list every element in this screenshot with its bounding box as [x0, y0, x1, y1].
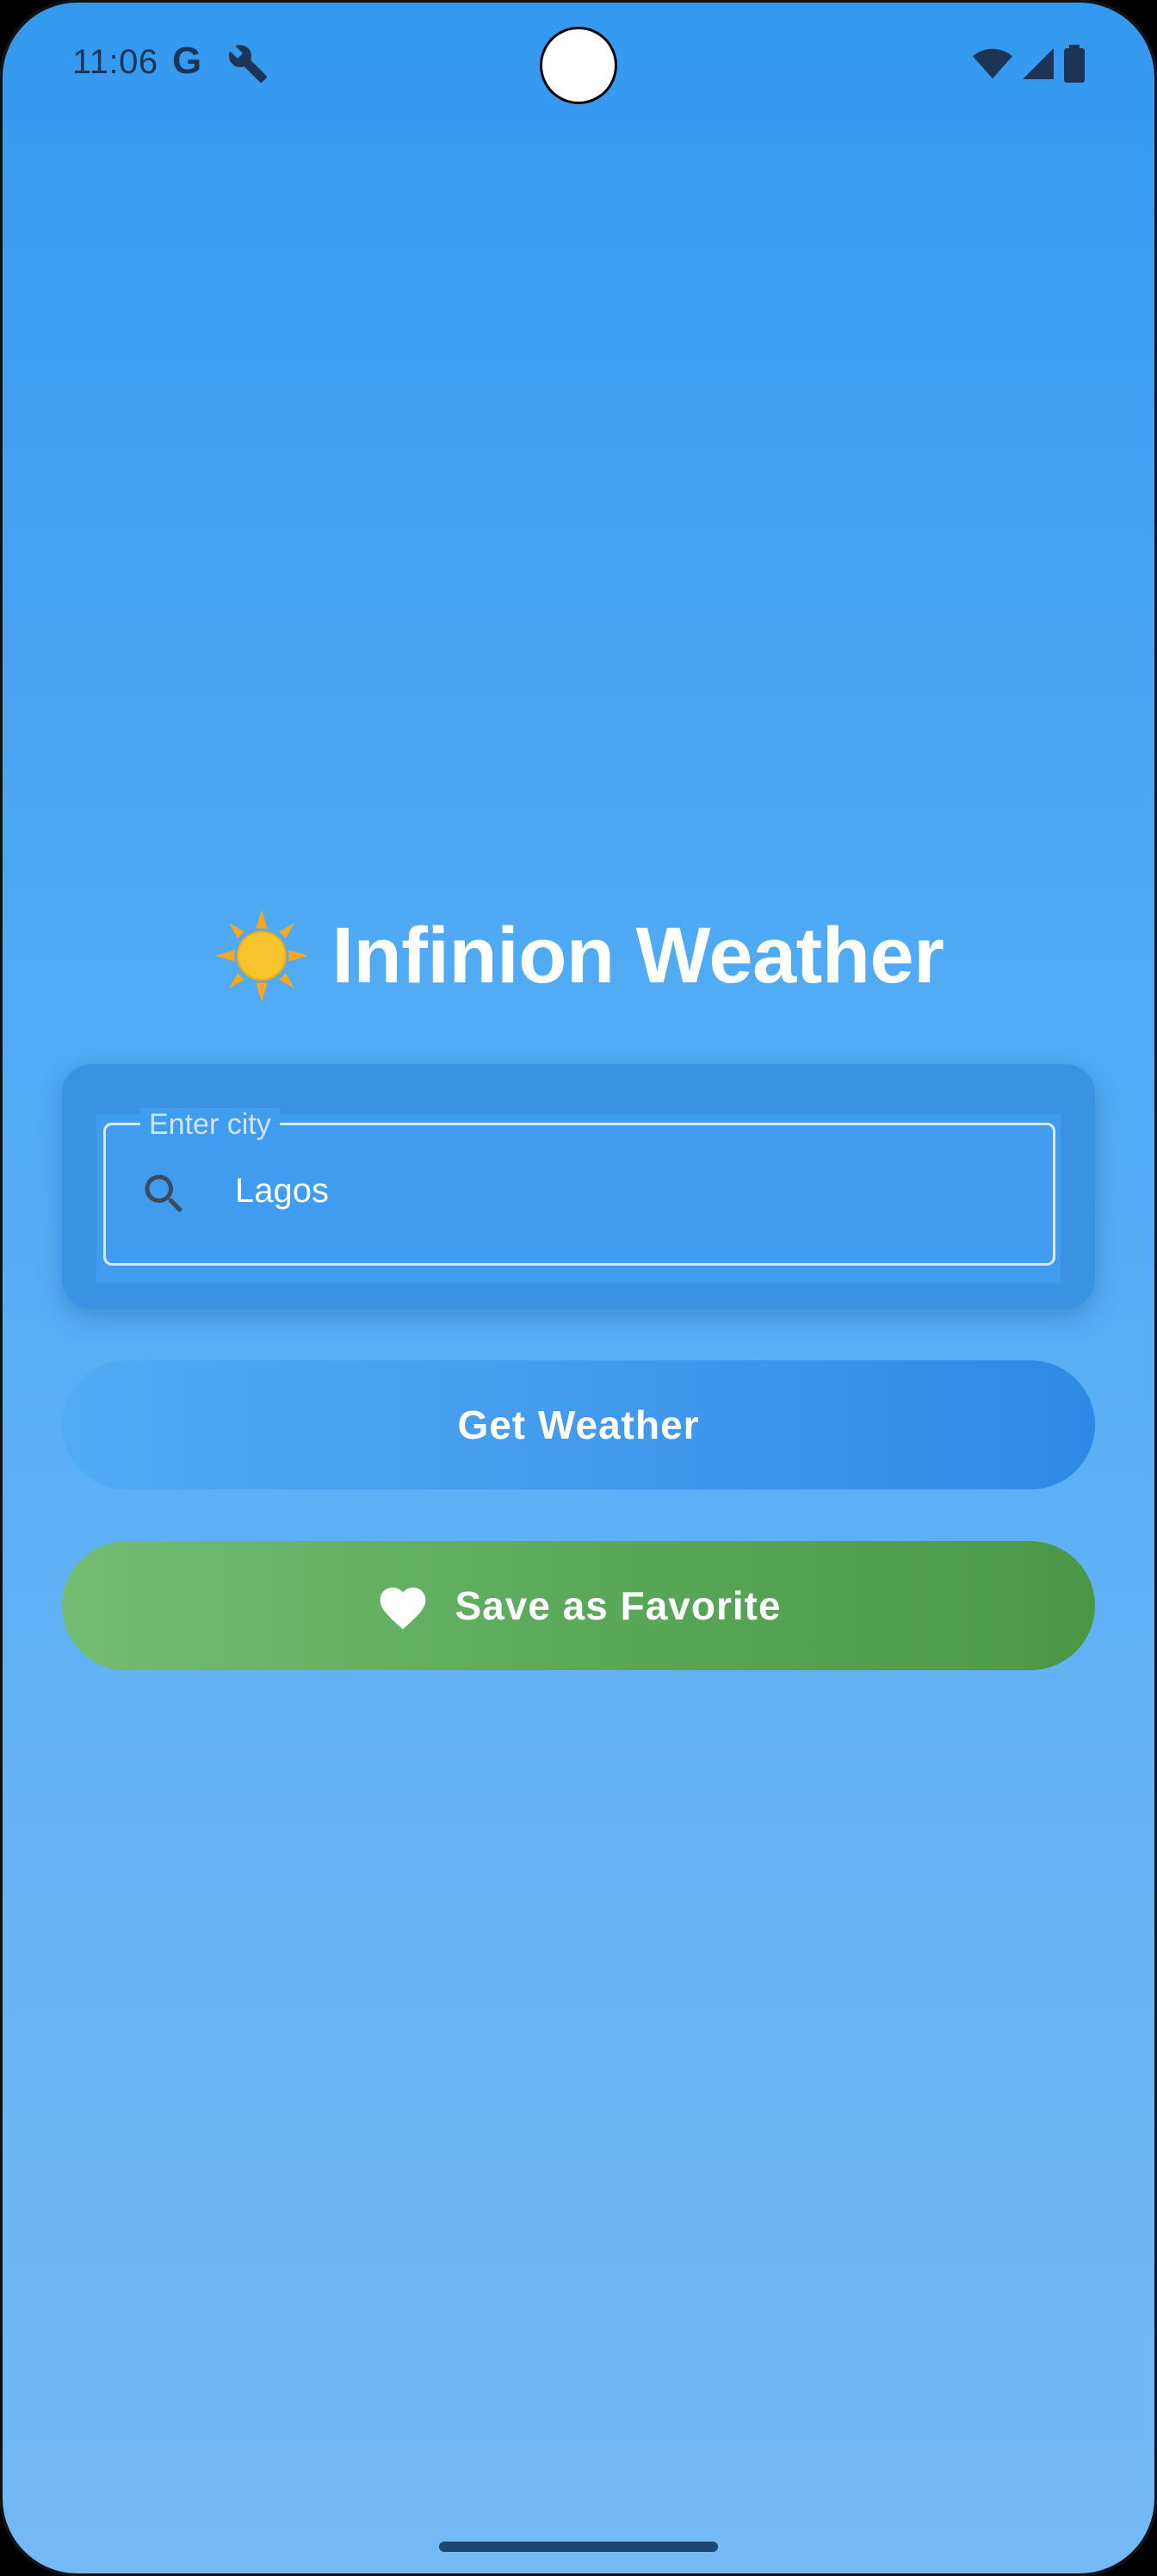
save-favorite-label: Save as Favorite: [455, 1583, 782, 1628]
battery-icon: [1064, 45, 1085, 83]
status-time: 11:06: [72, 43, 158, 81]
city-search-field[interactable]: Enter city Lagos: [103, 1108, 1055, 1266]
app-title: Infinion Weather: [331, 911, 944, 1000]
search-card: Enter city Lagos: [62, 1064, 1095, 1309]
app-title-row: Infinion Weather: [0, 904, 1157, 1007]
google-icon: G: [172, 40, 202, 82]
get-weather-button[interactable]: Get Weather: [62, 1360, 1095, 1489]
get-weather-label: Get Weather: [457, 1403, 700, 1447]
search-label: Enter city: [140, 1108, 280, 1142]
phone-screen: 11:06 G Infinion Weather Enter city Lago…: [0, 0, 1157, 2576]
search-icon: [145, 1174, 183, 1213]
home-indicator[interactable]: [439, 2542, 718, 2552]
sun-icon: [214, 909, 308, 1002]
city-input[interactable]: Lagos: [235, 1172, 329, 1211]
save-favorite-button[interactable]: Save as Favorite: [62, 1541, 1095, 1670]
wrench-icon: [228, 45, 267, 83]
heart-icon: [381, 1587, 426, 1630]
search-container: Enter city Lagos: [96, 1108, 1061, 1283]
front-camera: [542, 29, 615, 102]
status-bar: 11:06 G: [0, 0, 1157, 129]
signal-icon: [1023, 48, 1054, 79]
wifi-icon: [973, 48, 1012, 79]
status-icons: [973, 45, 1085, 83]
